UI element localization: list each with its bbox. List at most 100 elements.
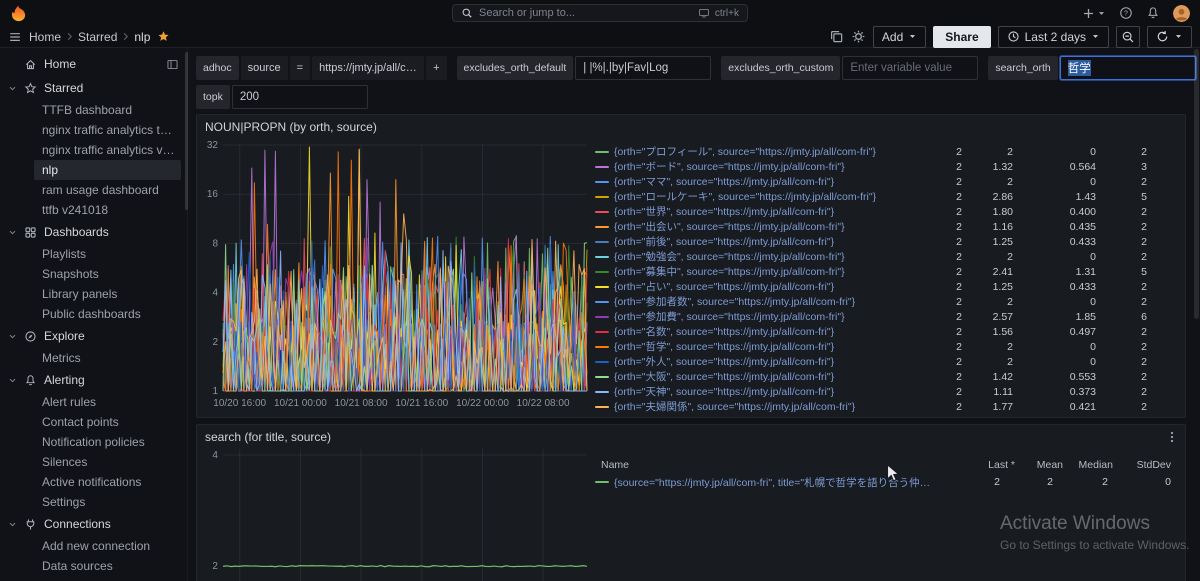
sidebar-item-snapshots[interactable]: Snapshots xyxy=(0,264,187,284)
sidebar-item-library-panels[interactable]: Library panels xyxy=(0,284,187,304)
series-label[interactable]: {orth="プロフィール", source="https://jmty.jp/… xyxy=(614,144,919,159)
column-header-last[interactable]: Last * xyxy=(955,459,1015,471)
legend-series-row[interactable]: {orth="名数", source="https://jmty.jp/all/… xyxy=(595,324,1177,339)
sidebar-item-nlp[interactable]: nlp xyxy=(34,160,181,180)
sidebar-item-metrics[interactable]: Metrics xyxy=(0,348,187,368)
legend-series-row[interactable]: {orth="夫婦関係", source="https://jmty.jp/al… xyxy=(595,399,1177,414)
adhoc-operator-segment[interactable]: = xyxy=(289,56,311,80)
adhoc-add-filter-button[interactable]: + xyxy=(426,56,447,80)
user-avatar[interactable] xyxy=(1173,4,1190,22)
excludes-orth-custom-input[interactable]: Enter variable value xyxy=(842,56,979,80)
grafana-logo[interactable] xyxy=(10,5,27,22)
favorite-star-button[interactable] xyxy=(157,30,170,43)
column-header-median[interactable]: Median xyxy=(1063,459,1113,471)
sidebar-item-connections[interactable]: Connections xyxy=(0,512,187,536)
sidebar-item-explore[interactable]: Explore xyxy=(0,324,187,348)
scrollbar-thumb[interactable] xyxy=(1194,49,1199,319)
column-header-mean[interactable]: Mean xyxy=(1015,459,1063,471)
sidebar-item-alerting[interactable]: Alerting xyxy=(0,368,187,392)
sidebar-item-starred[interactable]: Starred xyxy=(0,76,187,100)
adhoc-value-segment[interactable]: https://jmty.jp/all/com-fri xyxy=(312,56,425,80)
series-label[interactable]: {orth="勉強会", source="https://jmty.jp/all… xyxy=(614,249,919,264)
series-label[interactable]: {orth="参加者数", source="https://jmty.jp/al… xyxy=(614,294,919,309)
legend-series-row[interactable]: {orth="大阪", source="https://jmty.jp/all/… xyxy=(595,369,1177,384)
time-range-picker-button[interactable]: Last 2 days xyxy=(997,25,1109,48)
add-button[interactable]: Add xyxy=(872,25,927,48)
new-menu-button[interactable] xyxy=(1082,7,1106,20)
series-label[interactable]: {orth="占い", source="https://jmty.jp/all/… xyxy=(614,279,919,294)
legend-series-row[interactable]: {orth="外人", source="https://jmty.jp/all/… xyxy=(595,354,1177,369)
series-label[interactable]: {orth="参加費", source="https://jmty.jp/all… xyxy=(614,309,919,324)
sidebar-item-notification-policies[interactable]: Notification policies xyxy=(0,432,187,452)
search-orth-input[interactable]: 哲学 xyxy=(1059,56,1196,80)
breadcrumb-item-nlp[interactable]: nlp xyxy=(134,30,150,44)
timeseries-chart[interactable]: 42 xyxy=(197,449,593,581)
sidebar-item-public-dashboards[interactable]: Public dashboards xyxy=(0,304,187,324)
sidebar-item-administration[interactable]: Administration xyxy=(0,576,187,581)
search-bar[interactable]: Search or jump to... ctrl+k xyxy=(452,4,748,22)
sidebar-item-playlists[interactable]: Playlists xyxy=(0,244,187,264)
series-label[interactable]: {orth="外人", source="https://jmty.jp/all/… xyxy=(614,354,919,369)
legend-series-row[interactable]: {orth="募集中", source="https://jmty.jp/all… xyxy=(595,264,1177,279)
series-label[interactable]: {orth="出会い", source="https://jmty.jp/all… xyxy=(614,219,919,234)
legend-series-row[interactable]: {orth="勉強会", source="https://jmty.jp/all… xyxy=(595,249,1177,264)
legend-series-row[interactable]: {orth="参加費", source="https://jmty.jp/all… xyxy=(595,309,1177,324)
sidebar-item-ram-usage-dashboard[interactable]: ram usage dashboard xyxy=(0,180,187,200)
sidebar-item-data-sources[interactable]: Data sources xyxy=(0,556,187,576)
refresh-button[interactable] xyxy=(1147,25,1192,48)
series-label[interactable]: {orth="ママ", source="https://jmty.jp/all/… xyxy=(614,174,919,189)
sidebar-item-add-new-connection[interactable]: Add new connection xyxy=(0,536,187,556)
timeseries-chart[interactable]: 32 16 8 4 2 1 10/20 16:00 10/21 00:00 10/21 08:0… xyxy=(197,139,593,417)
legend-series-row[interactable]: {orth="哲学", source="https://jmty.jp/all/… xyxy=(595,339,1177,354)
sidebar-scrollbar[interactable] xyxy=(185,52,188,210)
dashboard-settings-button[interactable] xyxy=(851,29,866,44)
excludes-orth-default-input[interactable]: | |%|.|by|Fav|Log xyxy=(575,56,712,80)
series-label[interactable]: {orth="ボード", source="https://jmty.jp/all… xyxy=(614,159,919,174)
legend-series-row[interactable]: {orth="ママ", source="https://jmty.jp/all/… xyxy=(595,174,1177,189)
sidebar-item-ttfb-dashboard[interactable]: TTFB dashboard xyxy=(0,100,187,120)
help-button[interactable]: ? xyxy=(1119,6,1133,20)
sidebar-item-settings[interactable]: Settings xyxy=(0,492,187,512)
series-label[interactable]: {orth="前後", source="https://jmty.jp/all/… xyxy=(614,234,919,249)
sidebar-item-contact-points[interactable]: Contact points xyxy=(0,412,187,432)
legend-series-row[interactable]: {orth="出会い", source="https://jmty.jp/all… xyxy=(595,219,1177,234)
sidebar-item-home[interactable]: Home xyxy=(0,52,187,76)
sidebar-item-dashboards[interactable]: Dashboards xyxy=(0,220,187,244)
page-scrollbar[interactable] xyxy=(1194,49,1199,579)
legend-series-row[interactable]: {orth="占い", source="https://jmty.jp/all/… xyxy=(595,279,1177,294)
panel-menu-button[interactable] xyxy=(1165,430,1179,444)
sidebar-item-ttfb-v241018[interactable]: ttfb v241018 xyxy=(0,200,187,220)
legend-series-row[interactable]: {orth="ボード", source="https://jmty.jp/all… xyxy=(595,159,1177,174)
series-label[interactable]: {orth="募集中", source="https://jmty.jp/all… xyxy=(614,264,919,279)
series-label[interactable]: {orth="天神", source="https://jmty.jp/all/… xyxy=(614,384,919,399)
legend-series-row[interactable]: {orth="前後", source="https://jmty.jp/all/… xyxy=(595,234,1177,249)
notifications-button[interactable] xyxy=(1146,6,1160,20)
column-header-name[interactable]: Name xyxy=(595,459,955,471)
legend-series-row[interactable]: {orth="プロフィール", source="https://jmty.jp/… xyxy=(595,144,1177,159)
share-button[interactable]: Share xyxy=(933,25,991,48)
column-header-stddev[interactable]: StdDev xyxy=(1113,459,1171,471)
sidebar-item-alert-rules[interactable]: Alert rules xyxy=(0,392,187,412)
panel-title[interactable]: search (for title, source) xyxy=(197,425,1185,449)
zoom-out-button[interactable] xyxy=(1116,25,1140,48)
mega-menu-toggle-button[interactable] xyxy=(8,30,22,44)
series-label[interactable]: {orth="ロールケーキ", source="https://jmty.jp/… xyxy=(614,189,919,204)
breadcrumb-item-starred[interactable]: Starred xyxy=(78,30,117,44)
panel-title[interactable]: NOUN|PROPN (by orth, source) xyxy=(197,115,1185,139)
series-label[interactable]: {orth="名数", source="https://jmty.jp/all/… xyxy=(614,324,919,339)
series-label[interactable]: {orth="世界", source="https://jmty.jp/all/… xyxy=(614,204,919,219)
sidebar-item-nginx-traffic-analytics-tmp-c[interactable]: nginx traffic analytics tmp C xyxy=(0,120,187,140)
undock-menu-button[interactable] xyxy=(166,58,179,71)
sidebar-item-nginx-traffic-analytics-v241015[interactable]: nginx traffic analytics v241015 xyxy=(0,140,187,160)
legend-series-row[interactable]: {orth="参加者数", source="https://jmty.jp/al… xyxy=(595,294,1177,309)
breadcrumb-item-home[interactable]: Home xyxy=(29,30,61,44)
series-label[interactable]: {orth="大阪", source="https://jmty.jp/all/… xyxy=(614,369,919,384)
series-label[interactable]: {source="https://jmty.jp/all/com-fri", t… xyxy=(614,475,935,490)
series-label[interactable]: {orth="哲学", source="https://jmty.jp/all/… xyxy=(614,339,919,354)
legend-series-row[interactable]: {orth="ロールケーキ", source="https://jmty.jp/… xyxy=(595,189,1177,204)
legend-series-row[interactable]: {orth="天神", source="https://jmty.jp/all/… xyxy=(595,384,1177,399)
legend-table-row[interactable]: {source="https://jmty.jp/all/com-fri", t… xyxy=(595,474,1177,490)
series-label[interactable]: {orth="夫婦関係", source="https://jmty.jp/al… xyxy=(614,399,919,414)
sidebar-item-silences[interactable]: Silences xyxy=(0,452,187,472)
legend-series-row[interactable]: {orth="世界", source="https://jmty.jp/all/… xyxy=(595,204,1177,219)
